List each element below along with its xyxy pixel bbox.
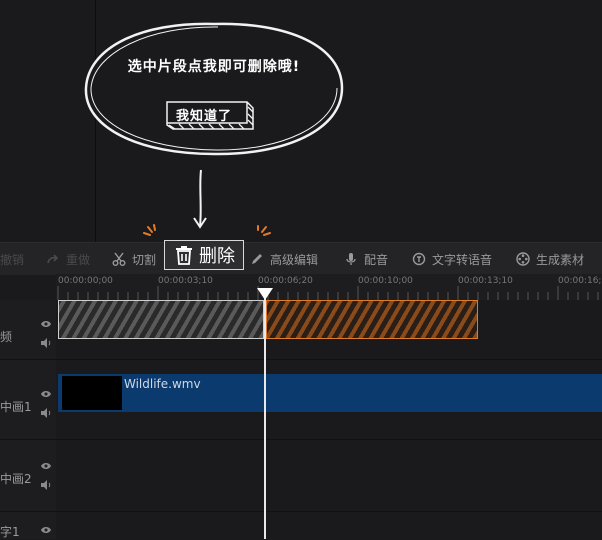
advanced-edit-button[interactable]: 高级编辑 bbox=[250, 243, 318, 275]
track-name: 频 bbox=[0, 330, 13, 344]
selected-audio-clip[interactable] bbox=[58, 300, 264, 339]
speaker-icon[interactable] bbox=[40, 408, 52, 418]
ruler-tick-label: 00:00:16; bbox=[558, 276, 602, 286]
video-clip[interactable]: Wildlife.wmv bbox=[58, 374, 602, 412]
generate-label: 生成素材 bbox=[536, 252, 585, 267]
dub-label: 配音 bbox=[364, 252, 389, 267]
got-it-label: 我知道了 bbox=[175, 109, 232, 124]
eye-icon[interactable] bbox=[40, 320, 52, 328]
bubble-outline bbox=[84, 22, 344, 156]
generate-button[interactable]: 生成素材 bbox=[516, 243, 584, 275]
speaker-icon[interactable] bbox=[40, 338, 52, 348]
track-header-pip1[interactable]: 中画1 bbox=[0, 360, 56, 440]
microphone-icon bbox=[346, 253, 356, 265]
tutorial-bubble: 选中片段点我即可删除哦! 我知道了 bbox=[80, 18, 348, 160]
cut-button[interactable]: 切割 bbox=[112, 243, 156, 275]
track-name: 中画2 bbox=[0, 472, 32, 486]
track-header-subtitle1[interactable]: 字1 bbox=[0, 512, 56, 539]
playhead-handle-icon[interactable] bbox=[257, 288, 273, 300]
audio-clip[interactable] bbox=[266, 300, 478, 339]
timeline-ruler[interactable]: 00:00:00;00 00:00:03;10 00:00:06;20 00:0… bbox=[56, 274, 602, 300]
ruler-tick-label: 00:00:06;20 bbox=[258, 276, 313, 286]
playhead-line[interactable] bbox=[264, 292, 266, 539]
ruler-ticks bbox=[57, 286, 599, 300]
undo-label: 撤销 bbox=[0, 252, 25, 267]
redo-icon bbox=[47, 254, 59, 264]
arrow-down-icon bbox=[193, 169, 207, 229]
delete-button[interactable]: 删除 bbox=[164, 240, 244, 270]
ruler-tick-label: 00:00:10;00 bbox=[358, 276, 413, 286]
clip-filename: Wildlife.wmv bbox=[124, 377, 201, 391]
track-header-audio[interactable]: 频 bbox=[0, 300, 56, 360]
eye-icon[interactable] bbox=[40, 526, 52, 534]
tutorial-message: 选中片段点我即可删除哦! bbox=[127, 59, 301, 75]
ruler-tick-label: 00:00:03;10 bbox=[158, 276, 213, 286]
eye-icon[interactable] bbox=[40, 390, 52, 398]
track-lane-subtitle1[interactable] bbox=[56, 512, 602, 539]
speaker-icon[interactable] bbox=[40, 480, 52, 490]
scissors-icon bbox=[112, 252, 126, 266]
delete-label: 删除 bbox=[199, 246, 235, 267]
trash-icon bbox=[176, 246, 192, 265]
track-header-pip2[interactable]: 中画2 bbox=[0, 440, 56, 512]
clip-thumbnail bbox=[62, 376, 122, 410]
cut-label: 切割 bbox=[132, 252, 157, 267]
track-name: 中画1 bbox=[0, 400, 32, 414]
ruler-tick-label: 00:00:13;10 bbox=[458, 276, 513, 286]
got-it-button[interactable]: 我知道了 bbox=[163, 99, 257, 131]
text-to-speech-icon bbox=[412, 252, 426, 266]
track-name: 字1 bbox=[0, 525, 20, 539]
tts-button[interactable]: 文字转语音 bbox=[412, 243, 492, 275]
film-reel-icon bbox=[516, 252, 530, 266]
dub-button[interactable]: 配音 bbox=[344, 243, 388, 275]
advanced-edit-label: 高级编辑 bbox=[270, 252, 319, 267]
track-lane-pip2[interactable] bbox=[56, 440, 602, 512]
pencil-icon bbox=[252, 254, 262, 264]
undo-button[interactable]: 撤销 bbox=[0, 243, 24, 275]
tts-label: 文字转语音 bbox=[432, 252, 493, 267]
redo-label: 重做 bbox=[66, 252, 91, 267]
eye-icon[interactable] bbox=[40, 462, 52, 470]
redo-button[interactable]: 重做 bbox=[46, 243, 90, 275]
ruler-tick-label: 00:00:00;00 bbox=[58, 276, 113, 286]
edit-toolbar: 撤销 重做 切割 高级编辑 配音 文字转语音 生成素材 bbox=[0, 242, 602, 275]
